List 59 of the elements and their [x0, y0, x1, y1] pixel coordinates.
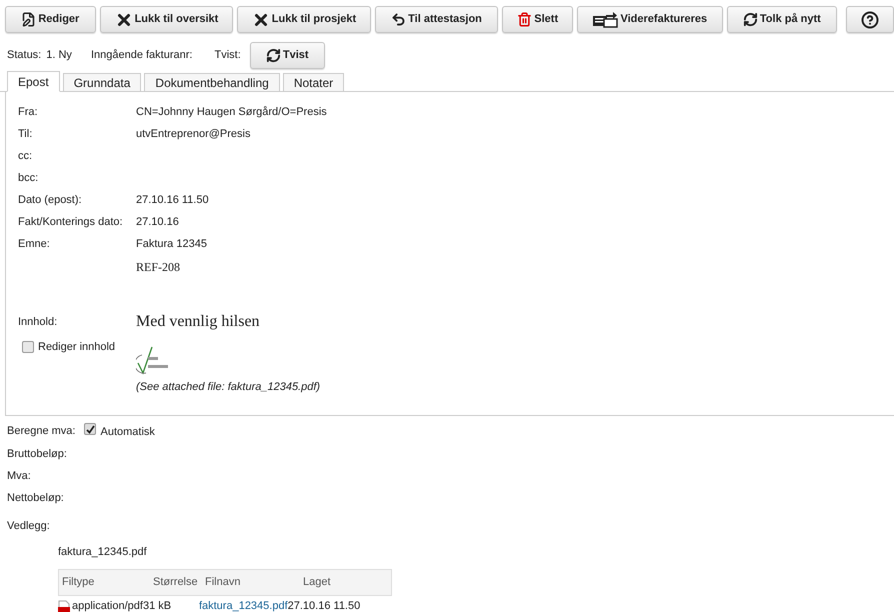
email-body-text: Med vennlig hilsen [136, 313, 261, 331]
field-label: Fra: [18, 105, 39, 120]
help-icon [861, 10, 880, 28]
status-label: Status: [7, 48, 42, 63]
edit-icon [21, 12, 36, 27]
toolbar-button[interactable]: Tolk på nytt [726, 6, 838, 33]
refresh-icon [266, 48, 281, 62]
toolbar-button[interactable]: Rediger [5, 6, 96, 33]
vat-label: Beregne mva: [7, 424, 76, 439]
column-header: Filnavn [205, 575, 242, 590]
toolbar-button[interactable]: Lukk til oversikt [100, 6, 234, 33]
reference-text: REF-208 [136, 259, 180, 276]
content-label: Innhold: [18, 315, 58, 330]
column-header: Størrelse [153, 575, 199, 590]
amount-label: Nettobeløp: [7, 492, 64, 504]
toolbar-button[interactable]: Til attestasjon [374, 6, 498, 33]
toolbar-button[interactable]: Lukk til prosjekt [237, 6, 371, 33]
checkbox-label: Automatisk [100, 424, 155, 440]
help-button[interactable] [846, 6, 894, 33]
company-logo [136, 345, 170, 377]
back-arrow-icon [391, 12, 406, 27]
column-header: Filtype [61, 575, 96, 590]
field-label: cc: [18, 149, 34, 164]
field-value: 27.10.16 [136, 215, 179, 230]
table-cell-text: 27.10.16 11.50 [288, 599, 360, 612]
attachments-label: Vedlegg: [7, 520, 50, 532]
forward-document-icon [592, 12, 618, 28]
field-label: bcc: [18, 171, 40, 186]
field-label: Fakt/Konterings dato: [18, 215, 124, 230]
tab[interactable]: Dokumentbehandling [144, 73, 280, 92]
column-header: Laget [303, 575, 332, 590]
trash-icon [517, 12, 532, 27]
file-link[interactable]: faktura_12345.pdf [198, 598, 288, 612]
field-label: Til: [18, 127, 34, 142]
field-label: Dato (epost): [18, 193, 83, 208]
toolbar-button[interactable]: Viderefaktureres [577, 6, 723, 33]
status-value: 1. Ny [46, 48, 72, 63]
field-label: Emne: [18, 237, 51, 252]
field-value: 27.10.16 11.50 [136, 193, 209, 208]
field-value: Faktura 12345 [136, 237, 207, 252]
tab[interactable]: Grunndata [62, 73, 142, 92]
checkbox-label: Rediger innhold [38, 340, 116, 354]
dispute-button[interactable]: Tvist [250, 42, 325, 68]
automatic-vat-checkbox[interactable] [84, 423, 96, 436]
table-cell-text: application/pdf [72, 599, 143, 612]
refresh-icon [742, 12, 758, 27]
amount-label: Bruttobeløp: [7, 448, 67, 460]
field-value: CN=Johnny Haugen Sørgård/O=Presis [136, 105, 327, 120]
table-cell-text: 31 kB [142, 599, 172, 612]
attachment-title: faktura_12345.pdf [58, 546, 147, 558]
field-value: utvEntreprenor@Presis [136, 127, 250, 142]
toolbar-button[interactable]: Slett [502, 6, 574, 33]
dispute-label: Tvist: [214, 48, 241, 63]
edit-content-checkbox[interactable] [22, 340, 34, 353]
invoice-number-label: Inngående fakturanr: [90, 48, 192, 63]
tab[interactable]: Epost [7, 71, 60, 92]
attachment-note: (See attached file: faktura_12345.pdf) [136, 380, 320, 395]
tab[interactable]: Notater [282, 73, 344, 92]
amount-label: Mva: [7, 470, 31, 482]
